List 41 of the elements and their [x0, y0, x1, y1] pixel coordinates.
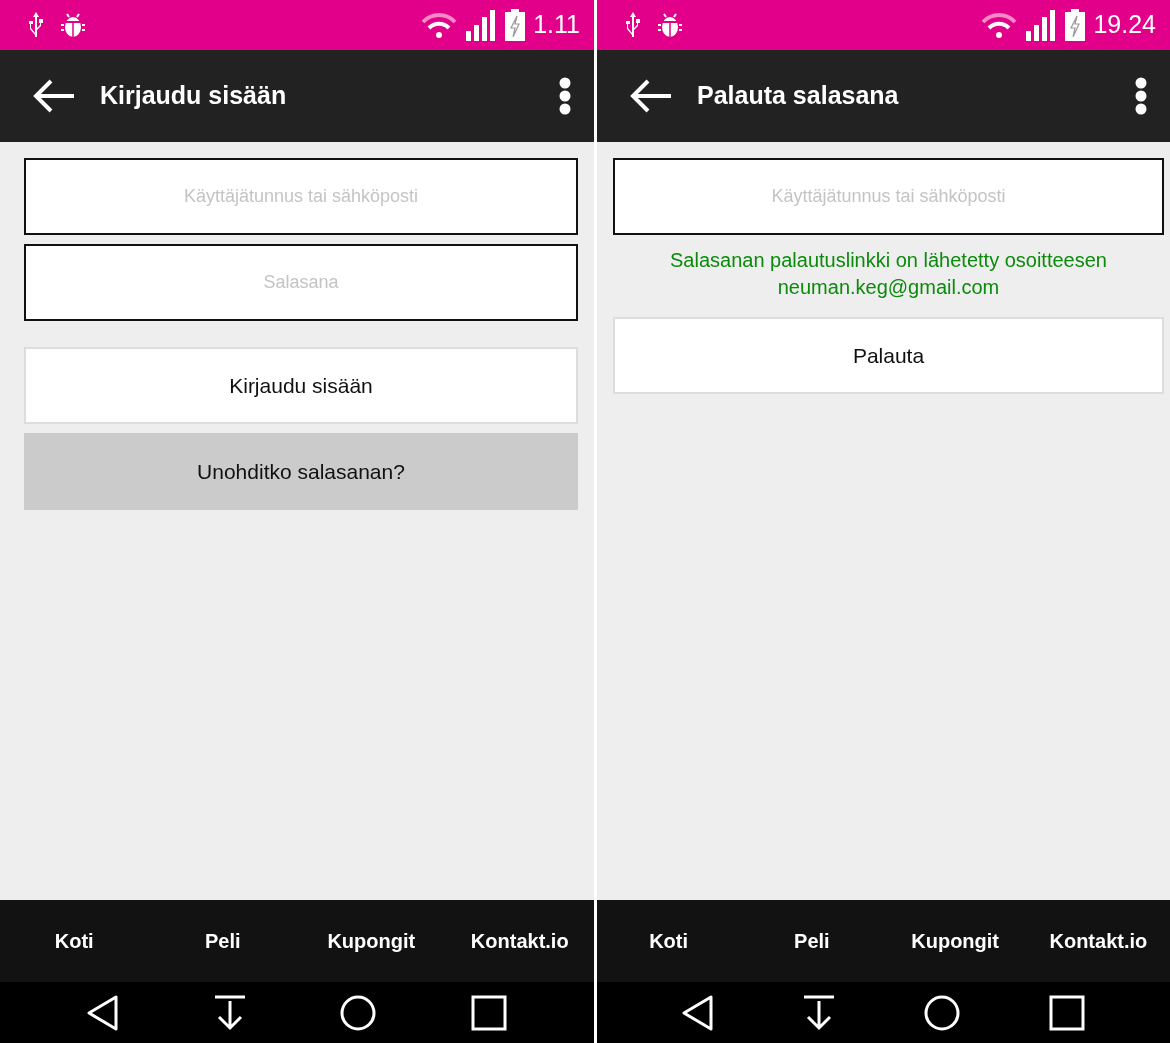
- link-button[interactable]: Unohditko salasanan?: [24, 433, 578, 510]
- bottom-tab[interactable]: Kontakt.io: [1026, 920, 1170, 962]
- bottom-tab[interactable]: Koti: [0, 920, 149, 962]
- more-options-icon[interactable]: [558, 77, 572, 115]
- bottom-tab[interactable]: Kontakt.io: [445, 920, 594, 962]
- status-time: 1.11: [533, 9, 580, 41]
- download-arrow-icon[interactable]: [213, 994, 246, 1031]
- usb-icon: [625, 11, 641, 39]
- wifi-icon: [421, 12, 458, 38]
- download-arrow-icon[interactable]: [802, 994, 835, 1031]
- back-triangle-icon[interactable]: [87, 994, 120, 1031]
- back-arrow-icon[interactable]: [629, 79, 673, 113]
- back-triangle-icon[interactable]: [681, 994, 714, 1031]
- bottom-tab[interactable]: Kupongit: [883, 920, 1027, 962]
- bug-icon: [60, 11, 86, 39]
- signal-icon: [1025, 9, 1058, 41]
- battery-icon: [505, 9, 526, 41]
- home-circle-icon[interactable]: [340, 994, 377, 1031]
- bottom-tab[interactable]: Peli: [740, 920, 884, 962]
- input-field[interactable]: Käyttäjätunnus tai sähköposti: [24, 158, 578, 235]
- action-button[interactable]: Kirjaudu sisään: [24, 347, 578, 424]
- bug-icon: [657, 11, 683, 39]
- screen-title: Kirjaudu sisään: [100, 80, 288, 112]
- bottom-tab[interactable]: Peli: [148, 920, 297, 962]
- back-arrow-icon[interactable]: [32, 79, 76, 113]
- input-field[interactable]: Käyttäjätunnus tai sähköposti: [613, 158, 1164, 235]
- usb-icon: [28, 11, 44, 39]
- signal-icon: [465, 9, 498, 41]
- action-button[interactable]: Palauta: [613, 317, 1164, 394]
- bottom-tab[interactable]: Kupongit: [297, 920, 446, 962]
- wifi-icon: [981, 12, 1018, 38]
- status-message: Salasanan palautuslinkki on lähetetty osoitteesen neuman.keg@gmail.com: [669, 248, 1108, 300]
- recents-square-icon[interactable]: [1049, 994, 1086, 1031]
- battery-icon: [1065, 9, 1086, 41]
- input-field[interactable]: Salasana: [24, 244, 578, 321]
- home-circle-icon[interactable]: [924, 994, 961, 1031]
- more-options-icon[interactable]: [1134, 77, 1148, 115]
- status-time: 19.24: [1093, 9, 1156, 41]
- bottom-tab[interactable]: Koti: [597, 920, 741, 962]
- screen-title: Palauta salasana: [697, 80, 900, 112]
- recents-square-icon[interactable]: [470, 994, 507, 1031]
